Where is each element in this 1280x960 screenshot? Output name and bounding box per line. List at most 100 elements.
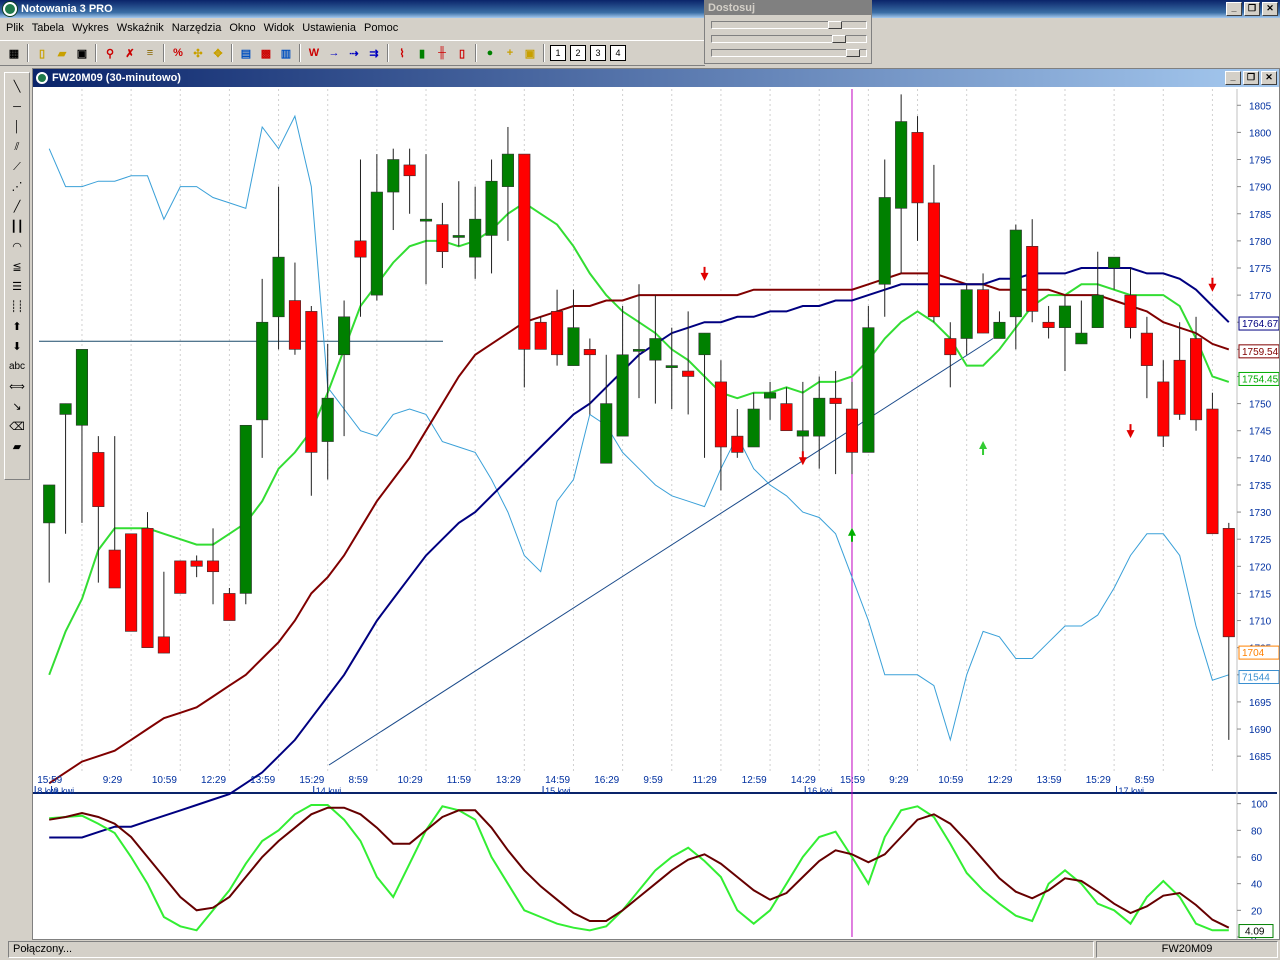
- candle-body: [141, 528, 154, 648]
- candle-body: [125, 533, 138, 632]
- candle-body: [616, 354, 629, 437]
- adjust-slider-2[interactable]: [711, 35, 867, 43]
- dashed-arrow-icon[interactable]: ⇢: [345, 44, 363, 62]
- candle-body: [206, 560, 220, 573]
- arrow-icon[interactable]: →: [325, 44, 343, 62]
- horizontal-line-icon[interactable]: ─: [7, 97, 27, 117]
- text-tool-icon[interactable]: abc: [7, 357, 27, 377]
- candle-body: [1009, 229, 1022, 318]
- chart-canvas[interactable]: 1685169016951700170517101715172017251730…: [33, 87, 1279, 939]
- candle-body: [43, 484, 56, 524]
- fan-icon[interactable]: ⟋: [7, 157, 27, 177]
- delete-icon[interactable]: ✗: [121, 44, 139, 62]
- candle-body: [1075, 332, 1088, 345]
- page-3-button[interactable]: 3: [590, 45, 606, 61]
- ohlc-icon[interactable]: ╫: [433, 44, 451, 62]
- page-1-button[interactable]: 1: [550, 45, 566, 61]
- osc-value-label: 4.09: [1245, 927, 1265, 938]
- save-icon[interactable]: ▣: [73, 44, 91, 62]
- menu-plik[interactable]: Plik: [2, 18, 28, 38]
- search-icon[interactable]: ⚲: [101, 44, 119, 62]
- page-2-button[interactable]: 2: [570, 45, 586, 61]
- candle-body: [1058, 305, 1072, 328]
- list-icon[interactable]: ▥: [277, 44, 295, 62]
- arrow-up-icon[interactable]: ⬆: [7, 317, 27, 337]
- menu-pomoc[interactable]: Pomoc: [360, 18, 402, 38]
- candle-body: [1206, 408, 1219, 535]
- line-chart-icon[interactable]: ⌇: [393, 44, 411, 62]
- sell-arrow-icon: [1208, 277, 1217, 292]
- zoom-icon[interactable]: ▣: [521, 44, 539, 62]
- y-tick-label: 1805: [1249, 101, 1272, 112]
- colors-icon[interactable]: ▩: [257, 44, 275, 62]
- candle-body: [436, 224, 449, 253]
- candle-body: [911, 132, 924, 204]
- menu-widok[interactable]: Widok: [260, 18, 299, 38]
- arc-icon[interactable]: ◠: [7, 237, 27, 257]
- candle-body: [485, 180, 498, 236]
- candle-body: [600, 403, 613, 464]
- double-arrow-icon[interactable]: ⇉: [365, 44, 383, 62]
- pointer-icon[interactable]: ↘: [7, 397, 27, 417]
- open-folder-icon[interactable]: ▰: [53, 44, 71, 62]
- date-label: 9 kwi: [54, 786, 75, 796]
- menu-wskaznik[interactable]: Wskaźnik: [113, 18, 168, 38]
- menu-narzedzia[interactable]: Narzędzia: [168, 18, 226, 38]
- crosshair-icon[interactable]: ✣: [189, 44, 207, 62]
- arrow-down-icon[interactable]: ⬇: [7, 337, 27, 357]
- price-badge-label: 1764.67: [1242, 319, 1279, 330]
- restore-button[interactable]: ❐: [1244, 2, 1260, 16]
- candle-body: [108, 549, 121, 589]
- trend-line-icon[interactable]: ╱: [7, 197, 27, 217]
- move-icon[interactable]: ⟺: [7, 377, 27, 397]
- cycle-lines-icon[interactable]: ┃┃: [7, 217, 27, 237]
- slider-thumb[interactable]: [828, 21, 842, 29]
- slider-thumb[interactable]: [846, 49, 860, 57]
- chart-close-button[interactable]: ✕: [1261, 71, 1277, 85]
- bar-chart-icon[interactable]: ▮: [413, 44, 431, 62]
- price-badge-label: 1754.45: [1242, 374, 1279, 385]
- fan-lines-icon[interactable]: ≦: [7, 257, 27, 277]
- adjust-slider-3[interactable]: [711, 49, 867, 57]
- candle-body: [993, 321, 1006, 339]
- chart-restore-button[interactable]: ❐: [1243, 71, 1259, 85]
- adjust-slider-1[interactable]: [711, 21, 867, 29]
- cyan-indicator-line: [48, 114, 1229, 742]
- erase-all-icon[interactable]: ▰: [7, 437, 27, 457]
- candle-icon[interactable]: ▯: [453, 44, 471, 62]
- candle-body: [75, 349, 88, 426]
- time-label: 12:29: [201, 775, 226, 786]
- y-tick-label: 1690: [1249, 725, 1272, 736]
- ruler-icon[interactable]: ≡: [141, 44, 159, 62]
- grid-icon[interactable]: ▦: [5, 44, 23, 62]
- minimize-button[interactable]: _: [1226, 2, 1242, 16]
- menu-wykres[interactable]: Wykres: [68, 18, 113, 38]
- candle-body: [813, 397, 826, 437]
- percent-icon[interactable]: %: [169, 44, 187, 62]
- channel-icon[interactable]: ⫽: [7, 137, 27, 157]
- price-badge-label: 71544: [1242, 673, 1270, 684]
- slider-thumb[interactable]: [832, 35, 846, 43]
- eraser-icon[interactable]: ⌫: [7, 417, 27, 437]
- candle-body: [665, 365, 678, 368]
- wl-icon[interactable]: W: [305, 44, 323, 62]
- close-button[interactable]: ✕: [1262, 2, 1278, 16]
- diagonal-line-icon[interactable]: ╲: [7, 77, 27, 97]
- page-4-button[interactable]: 4: [610, 45, 626, 61]
- toolbar-separator: [95, 44, 97, 62]
- cursor-icon[interactable]: ✥: [209, 44, 227, 62]
- fibonacci-icon[interactable]: ☰: [7, 277, 27, 297]
- menu-ustawienia[interactable]: Ustawienia: [298, 18, 360, 38]
- vertical-line-icon[interactable]: │: [7, 117, 27, 137]
- menu-okno[interactable]: Okno: [225, 18, 259, 38]
- time-zones-icon[interactable]: ┊┊: [7, 297, 27, 317]
- new-file-icon[interactable]: ▯: [33, 44, 51, 62]
- indicator-icon[interactable]: ●: [481, 44, 499, 62]
- menu-tabela[interactable]: Tabela: [28, 18, 68, 38]
- gann-icon[interactable]: ⋰: [7, 177, 27, 197]
- candle-body: [1173, 359, 1186, 415]
- table-icon[interactable]: ▤: [237, 44, 255, 62]
- osc-y-tick-label: 100: [1251, 800, 1268, 811]
- chart-minimize-button[interactable]: _: [1225, 71, 1241, 85]
- plus-icon[interactable]: +: [501, 44, 519, 62]
